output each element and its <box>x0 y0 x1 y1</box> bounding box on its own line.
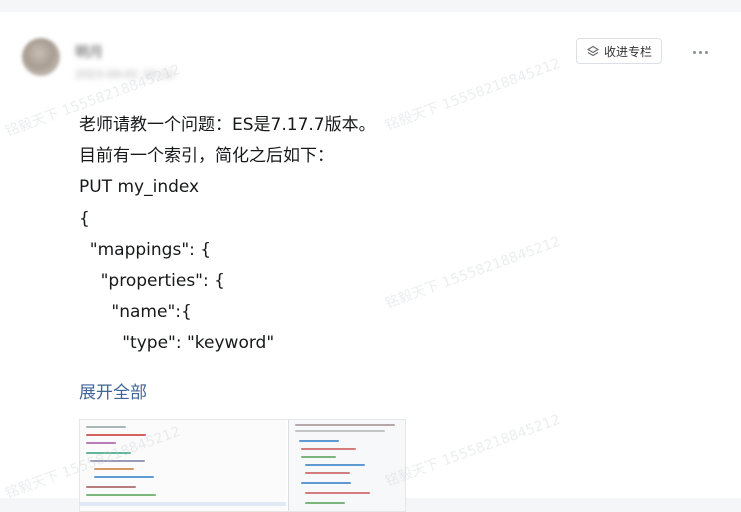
content-line: "properties": { <box>79 271 225 292</box>
post-meta: 2023-04-01 10:12 <box>75 68 175 81</box>
post-image-thumbnail[interactable] <box>79 419 406 512</box>
add-to-column-button[interactable]: 收进专栏 <box>576 38 662 64</box>
content-line: "mappings": { <box>79 239 212 260</box>
post-content: 老师请教一个问题：ES是7.17.7版本。 目前有一个索引，简化之后如下： PU… <box>79 110 679 360</box>
expand-all-link[interactable]: 展开全部 <box>79 381 147 405</box>
author-avatar[interactable] <box>22 38 60 76</box>
thumbnail-code-editor <box>80 420 286 511</box>
add-to-column-label: 收进专栏 <box>603 44 652 59</box>
more-options-button[interactable] <box>686 42 714 62</box>
post-card: 明月 2023-04-01 10:12 收进专栏 老师请教一个问题：ES是7.1… <box>0 12 741 512</box>
thumbnail-response-panel <box>288 420 405 511</box>
content-line: "name":{ <box>79 302 192 323</box>
bookmark-stack-icon <box>586 45 600 57</box>
content-line: PUT my_index <box>79 177 200 198</box>
author-name[interactable]: 明月 <box>75 42 121 64</box>
watermark: 铭毅天下 15558218845212 <box>383 411 563 491</box>
content-line: { <box>79 208 90 229</box>
more-horizontal-icon <box>692 50 696 54</box>
content-line: 老师请教一个问题：ES是7.17.7版本。 <box>79 115 376 135</box>
content-line: 目前有一个索引，简化之后如下： <box>79 146 334 167</box>
content-line: "type": "keyword" <box>79 333 275 354</box>
